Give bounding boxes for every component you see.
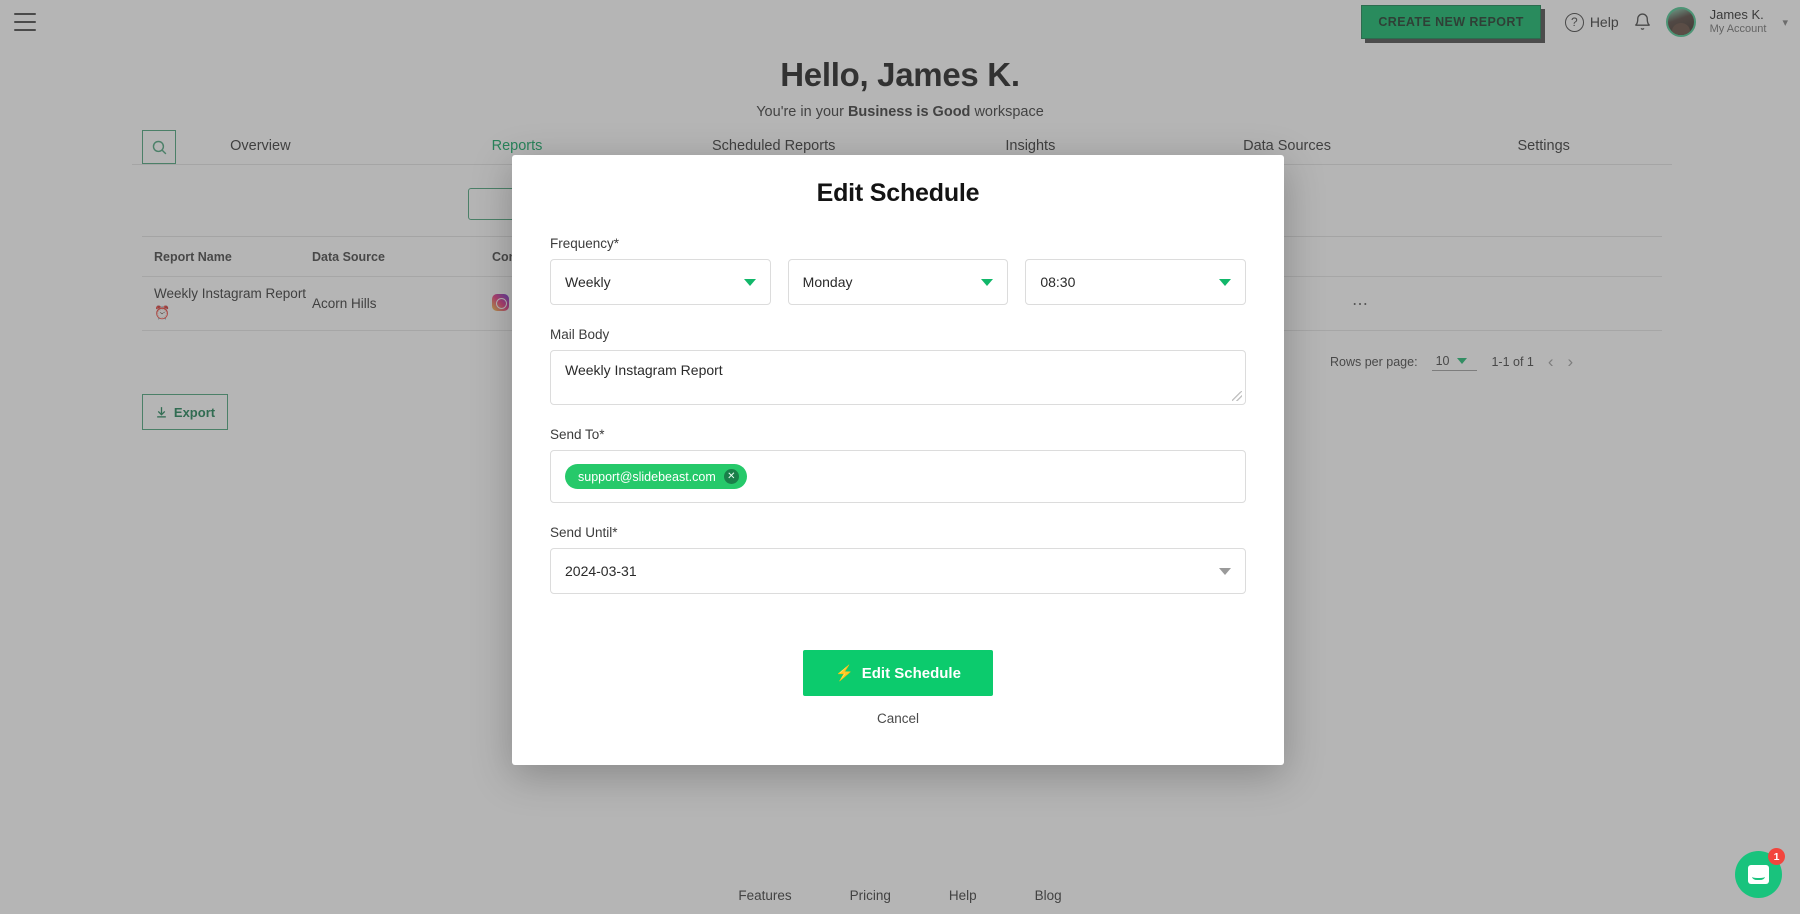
email-chip: support@slidebeast.com ✕ [565, 464, 747, 489]
frequency-select[interactable]: Weekly [550, 259, 771, 305]
frequency-value: Weekly [565, 274, 611, 290]
send-until-label: Send Until* [550, 525, 618, 540]
mail-body-input[interactable]: Weekly Instagram Report [550, 350, 1246, 405]
frequency-row: Weekly Monday 08:30 [550, 259, 1247, 305]
modal-title: Edit Schedule [816, 179, 980, 207]
submit-label: Edit Schedule [861, 664, 961, 682]
day-select[interactable]: Monday [787, 259, 1009, 305]
time-value: 08:30 [1040, 274, 1076, 290]
edit-schedule-modal: Edit Schedule Frequency* Weekly Monday 0… [512, 155, 1284, 765]
send-until-select[interactable]: 2024-03-31 [550, 548, 1246, 594]
chat-widget-button[interactable]: 1 [1735, 848, 1785, 898]
close-circle-icon[interactable]: ✕ [723, 469, 739, 484]
send-until-value: 2024-03-31 [565, 563, 637, 579]
day-value: Monday [802, 274, 853, 290]
frequency-label: Frequency* [550, 236, 620, 251]
edit-schedule-submit-button[interactable]: ⚡ Edit Schedule [803, 650, 993, 696]
lightning-bolt-icon: ⚡ [835, 665, 854, 682]
modal-actions: ⚡ Edit Schedule Cancel [550, 650, 1246, 727]
resize-handle[interactable] [1232, 391, 1242, 401]
send-to-input[interactable]: support@slidebeast.com ✕ [550, 450, 1246, 503]
mail-body-label: Mail Body [550, 327, 610, 342]
chat-unread-badge: 1 [1768, 848, 1785, 865]
chevron-down-icon [743, 278, 756, 286]
app-root: CREATE NEW REPORT ? Help James K. My Acc… [0, 0, 1800, 914]
email-chip-label: support@slidebeast.com [578, 469, 716, 484]
chevron-down-icon [981, 278, 994, 286]
cancel-button[interactable]: Cancel [871, 710, 925, 727]
chevron-down-icon [1219, 567, 1231, 575]
chevron-down-icon [1219, 278, 1232, 286]
mail-body-value: Weekly Instagram Report [565, 362, 723, 378]
time-select[interactable]: 08:30 [1025, 259, 1247, 305]
send-to-label: Send To* [550, 427, 605, 442]
chat-bubble-icon [1748, 865, 1769, 884]
